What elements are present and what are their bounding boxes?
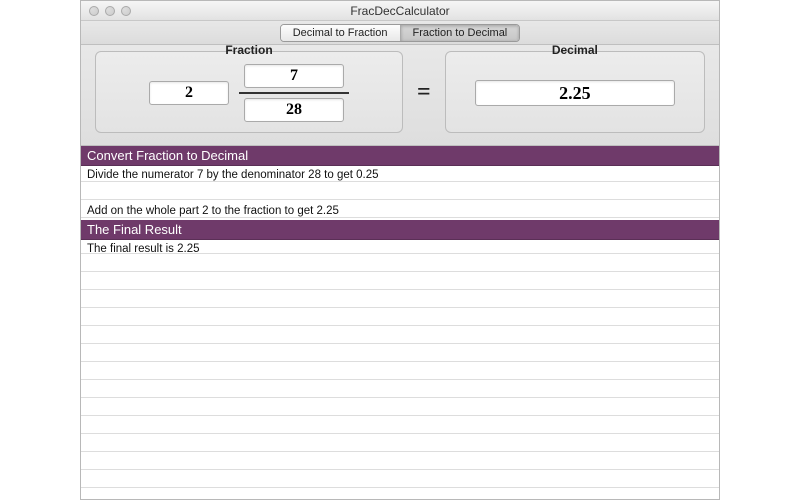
- app-window: FracDecCalculator Decimal to Fraction Fr…: [80, 0, 720, 500]
- input-panel: Fraction = Decimal: [81, 45, 719, 146]
- step-line-1: Divide the numerator 7 by the denominato…: [81, 166, 719, 184]
- fraction-label: Fraction: [221, 43, 276, 57]
- convert-section-header: Convert Fraction to Decimal: [81, 146, 719, 166]
- decimal-group: Decimal: [445, 51, 705, 133]
- close-icon[interactable]: [89, 6, 99, 16]
- whole-input[interactable]: [149, 81, 229, 105]
- decimal-label: Decimal: [548, 43, 602, 57]
- final-section-header: The Final Result: [81, 220, 719, 240]
- equals-sign: =: [413, 51, 435, 133]
- tab-bar: Decimal to Fraction Fraction to Decimal: [81, 21, 719, 45]
- tab-decimal-to-fraction[interactable]: Decimal to Fraction: [281, 25, 401, 41]
- tab-fraction-to-decimal[interactable]: Fraction to Decimal: [401, 25, 520, 41]
- decimal-output[interactable]: [475, 80, 675, 106]
- fraction-group: Fraction: [95, 51, 403, 133]
- denominator-input[interactable]: [244, 98, 344, 122]
- blank-line: [81, 184, 719, 202]
- explanation-area: Convert Fraction to Decimal Divide the n…: [81, 146, 719, 492]
- zoom-icon[interactable]: [121, 6, 131, 16]
- titlebar: FracDecCalculator: [81, 1, 719, 21]
- numerator-input[interactable]: [244, 64, 344, 88]
- window-title: FracDecCalculator: [81, 4, 719, 18]
- final-line: The final result is 2.25: [81, 240, 719, 258]
- mode-segmented-control: Decimal to Fraction Fraction to Decimal: [280, 24, 521, 42]
- step-line-2: Add on the whole part 2 to the fraction …: [81, 202, 719, 220]
- window-controls: [81, 6, 131, 16]
- minimize-icon[interactable]: [105, 6, 115, 16]
- fraction-bar: [239, 92, 349, 94]
